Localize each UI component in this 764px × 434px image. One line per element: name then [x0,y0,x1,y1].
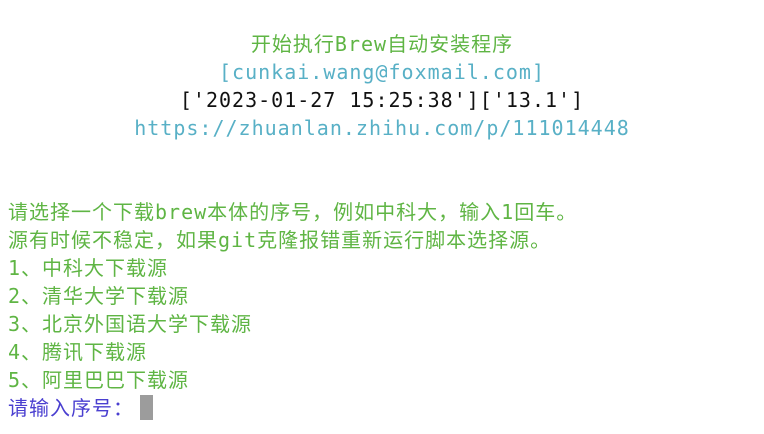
header-datetime: ['2023-01-27 15:25:38']['13.1'] [179,88,585,112]
header-url: https://zhuanlan.zhihu.com/p/111014448 [134,116,630,140]
instruction-line-1: 请选择一个下载brew本体的序号，例如中科大，输入1回车。 [8,200,578,224]
header-title: 开始执行Brew自动安装程序 [250,32,514,56]
option-item-1: 1、中科大下载源 [8,256,169,280]
input-prompt-label: 请输入序号： [8,396,134,420]
option-item-4: 4、腾讯下载源 [8,340,148,364]
instruction-line-2: 源有时候不稳定，如果git克隆报错重新运行脚本选择源。 [8,228,552,252]
header-email: [cunkai.wang@foxmail.com] [218,60,546,84]
terminal-window[interactable]: 开始执行Brew自动安装程序 [cunkai.wang@foxmail.com]… [0,0,764,434]
option-item-5: 5、阿里巴巴下载源 [8,368,190,392]
option-item-3: 3、北京外国语大学下载源 [8,312,253,336]
text-cursor [140,395,153,420]
input-prompt-line[interactable]: 请输入序号： [8,394,153,422]
option-item-2: 2、清华大学下载源 [8,284,190,308]
